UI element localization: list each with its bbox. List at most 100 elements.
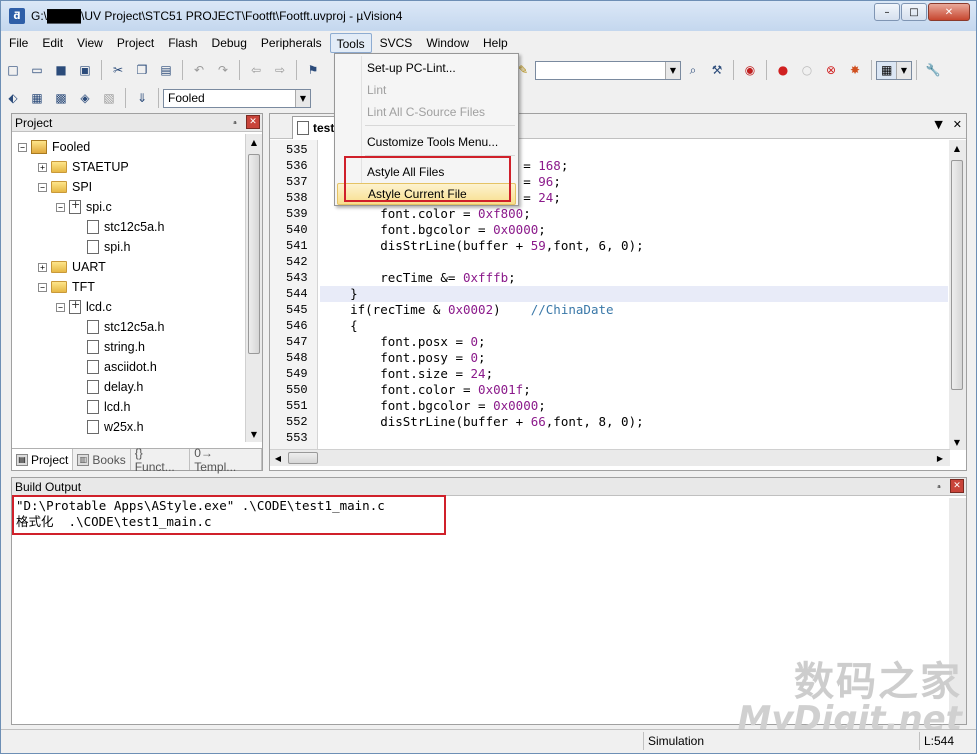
minimize-button[interactable]: –	[874, 3, 900, 21]
tree-item-hfile[interactable]: spi.h	[74, 237, 130, 257]
code-line: font.color = 0xf800;	[320, 206, 531, 221]
undo-icon[interactable]: ↶	[189, 60, 209, 80]
expand-icon[interactable]: +	[38, 162, 47, 172]
toolbar-separator	[733, 60, 734, 80]
copy-icon[interactable]: ❐	[132, 60, 152, 80]
tab-books[interactable]: ▥ Books	[73, 449, 131, 470]
chevron-down-icon[interactable]: ▼	[896, 61, 911, 79]
menu-svcs[interactable]: SVCS	[374, 33, 419, 53]
translate-icon[interactable]: ⬖	[3, 88, 23, 108]
cut-icon[interactable]: ✂	[108, 60, 128, 80]
debug-session-icon[interactable]: ◉	[740, 60, 760, 80]
tree-item-folder[interactable]: − SPI	[38, 177, 92, 197]
menu-flash[interactable]: Flash	[162, 33, 203, 53]
download-icon[interactable]: ⇓	[132, 88, 152, 108]
configure-icon[interactable]: ⚒	[707, 60, 727, 80]
breakpoint-icon[interactable]: ●	[773, 60, 793, 80]
close-tab-icon[interactable]: ✕	[953, 118, 962, 131]
expand-icon[interactable]: +	[38, 262, 47, 272]
target-combo[interactable]: Fooled ▼	[163, 88, 311, 108]
menu-peripherals[interactable]: Peripherals	[255, 33, 328, 53]
window-layout-combo[interactable]: ▦ ▼	[876, 60, 912, 80]
collapse-icon[interactable]: −	[56, 302, 65, 312]
rebuild-icon[interactable]: ▩	[51, 88, 71, 108]
tree-item-cfile[interactable]: − lcd.c	[56, 297, 112, 317]
breakpoint-kill-icon[interactable]: ⊗	[821, 60, 841, 80]
close-icon[interactable]: ✕	[246, 115, 260, 129]
scrollbar-thumb[interactable]	[288, 452, 318, 464]
bookmark-icon[interactable]: ⚑	[303, 60, 323, 80]
tree-item-project[interactable]: − Fooled	[18, 137, 90, 157]
stop-build-icon[interactable]: ▧	[99, 88, 119, 108]
tab-project[interactable]: ▤ Project	[12, 449, 74, 470]
chevron-down-icon[interactable]: ▼	[295, 89, 310, 107]
tree-item-folder[interactable]: − TFT	[38, 277, 95, 297]
scroll-down-icon[interactable]: ▼	[246, 426, 262, 442]
wrench-icon[interactable]: 🔧	[923, 60, 943, 80]
tab-list-icon[interactable]: ▼	[934, 118, 942, 131]
line-number: 541	[286, 239, 308, 253]
tree-item-cfile[interactable]: − spi.c	[56, 197, 112, 217]
breakpoint-disable-icon[interactable]: ○	[797, 60, 817, 80]
find-combo[interactable]: ▼	[535, 60, 681, 80]
collapse-icon[interactable]: −	[18, 142, 27, 152]
menu-tools[interactable]: Tools	[329, 33, 372, 53]
redo-icon[interactable]: ↷	[213, 60, 233, 80]
menu-edit[interactable]: Edit	[36, 33, 69, 53]
menu-debug[interactable]: Debug	[206, 33, 253, 53]
tree-item-label: UART	[72, 260, 106, 274]
folder-icon	[51, 181, 67, 193]
breakpoint-clear-icon[interactable]: ✸	[845, 60, 865, 80]
tree-item-hfile[interactable]: w25x.h	[74, 417, 144, 437]
scroll-up-icon[interactable]: ▲	[246, 134, 262, 150]
close-button[interactable]: ✕	[928, 3, 970, 21]
close-icon[interactable]: ✕	[950, 479, 964, 493]
nav-back-icon[interactable]: ⇦	[246, 60, 266, 80]
collapse-icon[interactable]: −	[38, 182, 47, 192]
tree-item-hfile[interactable]: stc12c5a.h	[74, 317, 164, 337]
maximize-button[interactable]: □	[901, 3, 927, 21]
save-all-icon[interactable]: ▣	[75, 60, 95, 80]
tree-item-hfile[interactable]: delay.h	[74, 377, 143, 397]
paste-icon[interactable]: ▤	[156, 60, 176, 80]
tools-menu-item[interactable]: Set-up PC-Lint...	[337, 57, 516, 79]
nav-forward-icon[interactable]: ⇨	[270, 60, 290, 80]
menu-help[interactable]: Help	[477, 33, 514, 53]
chevron-down-icon[interactable]: ▼	[665, 61, 680, 79]
collapse-icon[interactable]: −	[56, 202, 65, 212]
tree-item-hfile[interactable]: string.h	[74, 337, 145, 357]
scroll-down-icon[interactable]: ▼	[949, 434, 965, 450]
incremental-find-icon[interactable]: ⌕	[683, 60, 703, 80]
project-tree-scrollbar[interactable]: ▲ ▼	[245, 134, 262, 442]
new-file-icon[interactable]: □	[3, 60, 23, 80]
editor-vertical-scrollbar[interactable]: ▲ ▼	[949, 140, 966, 450]
tree-item-folder[interactable]: + UART	[38, 257, 106, 277]
line-number: 547	[286, 335, 308, 349]
pin-icon[interactable]: ₐ	[228, 115, 242, 129]
tools-menu-item[interactable]: Customize Tools Menu...	[337, 131, 516, 153]
tab-templates[interactable]: 0→ Templ...	[190, 446, 262, 474]
menu-file[interactable]: File	[3, 33, 34, 53]
editor-horizontal-scrollbar[interactable]: ◀ ▶	[270, 449, 950, 466]
menu-view[interactable]: View	[71, 33, 109, 53]
open-folder-icon[interactable]: ▭	[27, 60, 47, 80]
collapse-icon[interactable]: −	[38, 282, 47, 292]
build-icon[interactable]: ▦	[27, 88, 47, 108]
batch-build-icon[interactable]: ◈	[75, 88, 95, 108]
tree-item-hfile[interactable]: lcd.h	[74, 397, 130, 417]
tab-functions[interactable]: {} Funct...	[131, 446, 191, 474]
scrollbar-thumb[interactable]	[248, 154, 260, 354]
scroll-left-icon[interactable]: ◀	[270, 450, 286, 466]
scrollbar-thumb[interactable]	[951, 160, 963, 390]
menu-project[interactable]: Project	[111, 33, 160, 53]
scroll-up-icon[interactable]: ▲	[949, 140, 965, 156]
pin-icon[interactable]: ₐ	[932, 479, 946, 493]
save-icon[interactable]: ■	[51, 60, 71, 80]
header-file-icon	[87, 320, 99, 334]
tree-item-hfile[interactable]: asciidot.h	[74, 357, 157, 377]
tree-item-hfile[interactable]: stc12c5a.h	[74, 217, 164, 237]
scroll-right-icon[interactable]: ▶	[932, 450, 948, 466]
menu-window[interactable]: Window	[420, 33, 475, 53]
folder-icon	[51, 261, 67, 273]
tree-item-folder[interactable]: + STAETUP	[38, 157, 129, 177]
